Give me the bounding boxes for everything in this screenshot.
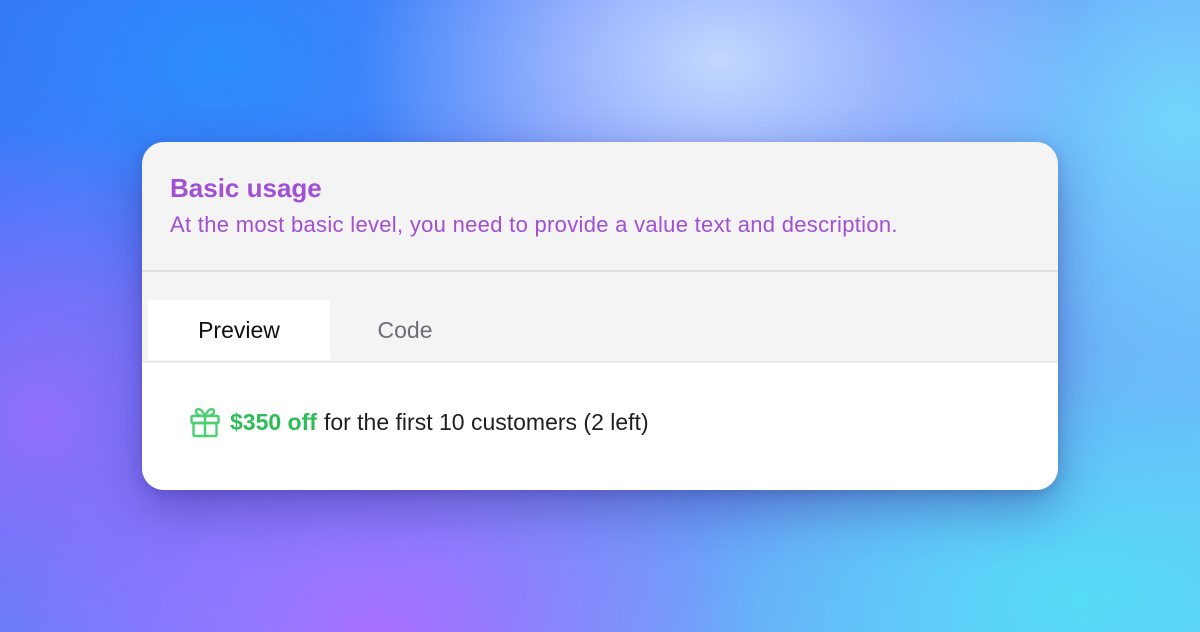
gift-icon <box>188 405 222 439</box>
card-description: At the most basic level, you need to pro… <box>170 212 898 237</box>
example-card: Basic usage At the most basic level, you… <box>142 142 1058 490</box>
card-title: Basic usage <box>170 173 322 203</box>
tab-preview[interactable]: Preview <box>148 300 330 360</box>
offer-value: $350 off <box>230 408 317 435</box>
tab-code[interactable]: Code <box>330 300 480 360</box>
card-header: Basic usage At the most basic level, you… <box>142 142 1058 272</box>
preview-panel: $350 off for the first 10 customers (2 l… <box>142 363 1058 490</box>
offer-description: for the first 10 customers (2 left) <box>323 408 649 435</box>
offer-banner: $350 off for the first 10 customers (2 l… <box>188 405 649 439</box>
tab-bar: Preview Code <box>142 272 1058 362</box>
